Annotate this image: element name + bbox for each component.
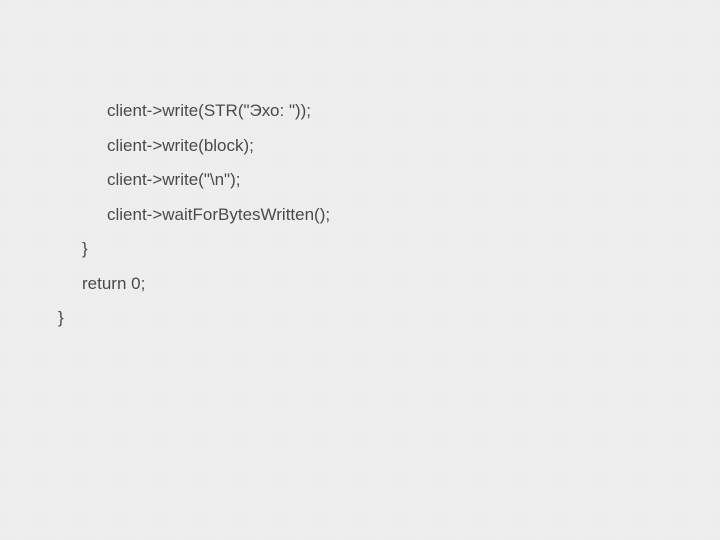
code-line: client->write(STR("Эхо: ")); bbox=[36, 102, 720, 119]
code-line: } bbox=[36, 240, 720, 257]
code-line: return 0; bbox=[36, 275, 720, 292]
code-line: client->waitForBytesWritten(); bbox=[36, 206, 720, 223]
code-line: } bbox=[36, 309, 720, 326]
code-line: client->write(block); bbox=[36, 137, 720, 154]
slide: client->write(STR("Эхо: ")); client->wri… bbox=[0, 0, 720, 326]
code-line: client->write("\n"); bbox=[36, 171, 720, 188]
